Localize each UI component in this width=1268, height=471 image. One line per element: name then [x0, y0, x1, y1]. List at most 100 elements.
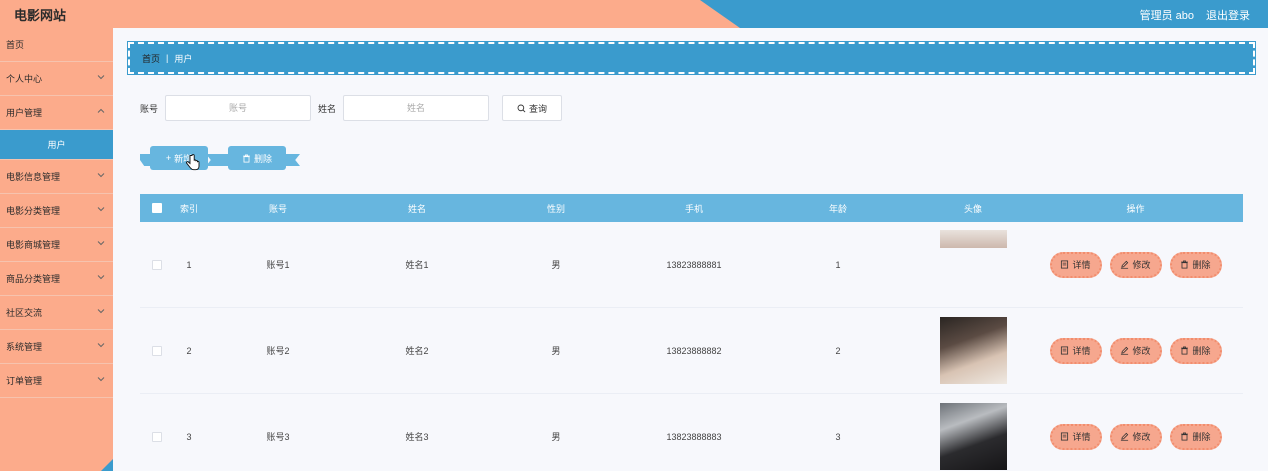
chevron-down-icon: [97, 343, 105, 348]
sidebar-item-personal-center[interactable]: 个人中心: [0, 62, 113, 96]
detail-button[interactable]: 详情: [1049, 423, 1102, 450]
trash-icon: [1181, 432, 1189, 441]
account-search-input[interactable]: [165, 95, 312, 121]
delete-button[interactable]: 删除: [1169, 337, 1222, 364]
batch-delete-button-label: 删除: [253, 153, 272, 164]
sidebar-item-label: 订单管理: [6, 376, 43, 386]
sidebar: 首页 个人中心 用户管理 用户 电影信息管理 电影分类管理 电影商城管理 商品分…: [0, 28, 113, 471]
sidebar-corner-decoration: [101, 459, 113, 471]
breadcrumb-separator: |: [166, 53, 169, 63]
sidebar-item-movie-info[interactable]: 电影信息管理: [0, 160, 113, 194]
row-checkbox[interactable]: [152, 345, 162, 356]
header-sex: 性别: [546, 203, 565, 214]
detail-button-label: 详情: [1072, 432, 1091, 442]
row-avatar-cell: [918, 403, 1028, 470]
avatar: [939, 403, 1007, 470]
sidebar-item-home[interactable]: 首页: [0, 28, 113, 62]
header-index: 索引: [179, 203, 198, 214]
chevron-down-icon: [97, 173, 105, 178]
row-name: 姓名3: [405, 432, 429, 442]
header-name: 姓名: [407, 203, 426, 214]
row-account: 账号2: [266, 346, 290, 356]
sidebar-item-orders[interactable]: 订单管理: [0, 364, 113, 398]
delete-button[interactable]: 删除: [1169, 251, 1222, 278]
edit-button[interactable]: 修改: [1109, 337, 1162, 364]
row-sex: 男: [551, 432, 561, 442]
row-name: 姓名1: [405, 260, 429, 270]
breadcrumb: 首页 | 用户: [127, 41, 1256, 75]
logout-link[interactable]: 退出登录: [1206, 7, 1250, 23]
document-icon: [1061, 260, 1069, 269]
header-user-area: 管理员 abo 退出登录: [1140, 7, 1250, 23]
batch-delete-button[interactable]: 删除: [228, 146, 286, 170]
chevron-down-icon: [97, 309, 105, 314]
chevron-down-icon: [97, 275, 105, 280]
sidebar-subitem-users[interactable]: 用户: [0, 130, 113, 160]
sidebar-item-movie-mall[interactable]: 电影商城管理: [0, 228, 113, 262]
row-avatar-cell: [918, 317, 1028, 384]
detail-button[interactable]: 详情: [1049, 251, 1102, 278]
sidebar-item-label: 用户管理: [6, 108, 43, 118]
table-row: 2 账号2 姓名2 男 13823888882 2 详情 修改 删除: [140, 308, 1243, 394]
detail-button[interactable]: 详情: [1049, 337, 1102, 364]
ribbon-tail-decoration: [284, 154, 300, 166]
row-age: 1: [835, 259, 841, 270]
pencil-icon: [1121, 346, 1129, 355]
sidebar-item-movie-category[interactable]: 电影分类管理: [0, 194, 113, 228]
sidebar-item-system[interactable]: 系统管理: [0, 330, 113, 364]
row-checkbox[interactable]: [152, 431, 162, 442]
sidebar-item-label: 个人中心: [6, 74, 43, 84]
edit-button[interactable]: 修改: [1109, 251, 1162, 278]
pencil-icon: [1121, 432, 1129, 441]
account-label: 账号: [140, 103, 159, 114]
edit-button-label: 修改: [1132, 346, 1151, 356]
row-phone: 13823888881: [666, 259, 722, 270]
chevron-down-icon: [97, 241, 105, 246]
row-checkbox[interactable]: [152, 259, 162, 270]
delete-button-label: 删除: [1192, 432, 1211, 442]
row-avatar-cell: [918, 222, 1028, 307]
header-age: 年龄: [828, 203, 847, 214]
hand-cursor-icon: [186, 154, 200, 171]
sidebar-item-product-category[interactable]: 商品分类管理: [0, 262, 113, 296]
detail-button-label: 详情: [1072, 260, 1091, 270]
row-account: 账号1: [266, 260, 290, 270]
sidebar-item-label: 系统管理: [6, 342, 43, 352]
row-select-cell: [140, 259, 174, 270]
table-header: 索引 账号 姓名 性别 手机 年龄 头像 操作: [140, 194, 1243, 222]
breadcrumb-home[interactable]: 首页: [142, 52, 160, 65]
delete-button[interactable]: 删除: [1169, 423, 1222, 450]
sidebar-item-user-management[interactable]: 用户管理: [0, 96, 113, 130]
users-table: 索引 账号 姓名 性别 手机 年龄 头像 操作 1 账号1 姓名1 男 1382…: [140, 194, 1243, 471]
sidebar-item-label: 商品分类管理: [6, 274, 61, 284]
row-age: 3: [835, 431, 841, 442]
row-phone: 13823888883: [666, 431, 722, 442]
admin-username: 管理员 abo: [1139, 10, 1194, 22]
chevron-down-icon: [97, 377, 105, 382]
row-account: 账号3: [266, 432, 290, 442]
header-left-band: 电影网站: [0, 0, 740, 28]
sidebar-item-label: 首页: [6, 40, 25, 50]
name-search-input[interactable]: [343, 95, 490, 121]
row-operations: 详情 修改 删除: [1028, 251, 1243, 278]
avatar: [939, 230, 1007, 248]
query-button-label: 查询: [529, 103, 548, 114]
sidebar-item-label: 社区交流: [6, 308, 43, 318]
sidebar-item-community[interactable]: 社区交流: [0, 296, 113, 330]
row-index: 1: [186, 259, 192, 270]
name-label: 姓名: [318, 103, 337, 114]
ribbon-tail-decoration: [206, 154, 230, 166]
sidebar-item-label: 电影商城管理: [6, 240, 61, 250]
trash-icon: [243, 154, 250, 163]
document-icon: [1061, 346, 1069, 355]
row-index: 2: [186, 345, 192, 356]
trash-icon: [1181, 260, 1189, 269]
search-bar: 账号 姓名 查询: [140, 95, 563, 121]
query-button[interactable]: 查询: [502, 95, 563, 121]
select-all-cell: [140, 203, 174, 213]
edit-button[interactable]: 修改: [1109, 423, 1162, 450]
select-all-checkbox[interactable]: [152, 203, 162, 213]
search-icon: [517, 104, 526, 112]
row-select-cell: [140, 345, 174, 356]
edit-button-label: 修改: [1132, 260, 1151, 270]
